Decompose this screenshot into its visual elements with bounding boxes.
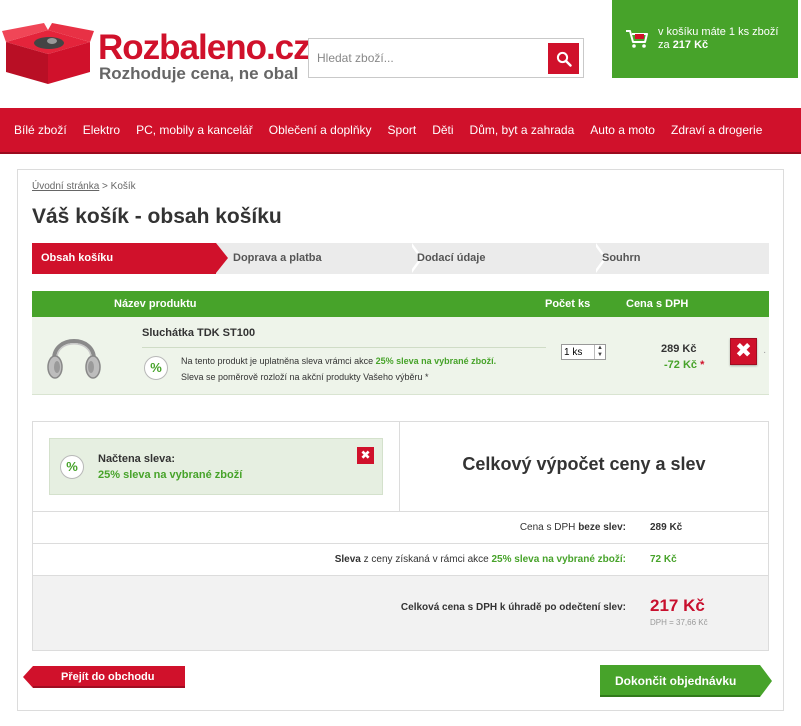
- page-title: Váš košík - obsah košíku: [32, 205, 282, 228]
- shopping-cart-icon: [626, 30, 648, 48]
- discount-info-prefix: Na tento produkt je uplatněna sleva vrám…: [181, 356, 374, 366]
- increment-arrow-icon[interactable]: ▲: [595, 345, 605, 352]
- breadcrumb-current: Košík: [110, 181, 136, 192]
- divider: [142, 347, 546, 348]
- calc-title-panel: Celkový výpočet ceny a slev: [400, 422, 768, 512]
- price-without-discount-label: Cena s DPH beze slev:: [520, 522, 626, 533]
- discount-row: Sleva z ceny získaná v rámci akce 25% sl…: [33, 544, 768, 576]
- coupon-title: Načtena sleva:: [98, 453, 176, 465]
- cart-summary-panel: % Načtena sleva: 25% sleva na vybrané zb…: [32, 421, 769, 651]
- nav-item-sport[interactable]: Sport: [380, 107, 425, 153]
- nav-item-pc-mobily[interactable]: PC, mobily a kancelář: [128, 107, 261, 153]
- nav-item-elektro[interactable]: Elektro: [75, 107, 128, 153]
- decrement-arrow-icon[interactable]: ▼: [595, 352, 605, 359]
- nav-item-zdravi[interactable]: Zdraví a drogerie: [663, 107, 770, 153]
- price-without-discount-value: 289 Kč: [650, 522, 683, 533]
- remove-coupon-button[interactable]: ✖: [357, 447, 374, 464]
- remove-item-button[interactable]: ✖: [730, 338, 757, 365]
- row-edge-marker: ·: [763, 347, 767, 358]
- brand-slogan: Rozhoduje cena, ne obal: [99, 64, 299, 83]
- discount-note: Sleva se poměrově rozloží na akční produ…: [181, 372, 429, 382]
- label-prefix: Cena s DPH: [519, 522, 576, 533]
- search-box: [308, 38, 584, 78]
- cart-table-header: Název produktu Počet ks Cena s DPH: [32, 291, 769, 317]
- discount-name: 25% sleva na vybrané zboží.: [375, 356, 497, 366]
- headphones-product-image[interactable]: [44, 325, 104, 387]
- vat-note: DPH = 37,66 Kč: [650, 618, 708, 627]
- discount-value: 72 Kč: [650, 554, 677, 565]
- nav-item-obleceni[interactable]: Oblečení a doplňky: [261, 107, 380, 153]
- finish-order-button[interactable]: Dokončit objednávku: [600, 665, 772, 697]
- step-cart-contents: Obsah košíku: [32, 243, 228, 274]
- discount-label: Sleva z ceny získaná v rámci akce 25% sl…: [335, 554, 626, 565]
- category-nav: Bílé zboží Elektro PC, mobily a kancelář…: [0, 108, 801, 154]
- search-input[interactable]: [317, 47, 545, 69]
- total-price: 217 Kč: [650, 596, 705, 615]
- cart-content: Úvodní stránka > Košík Váš košík - obsah…: [17, 169, 784, 711]
- nav-item-auto-moto[interactable]: Auto a moto: [582, 107, 663, 153]
- logo-box-icon[interactable]: [2, 22, 94, 86]
- breadcrumb-separator: >: [102, 181, 108, 192]
- cart-total-line: za 217 Kč: [658, 39, 708, 51]
- item-discount-amount: -72 Kč: [664, 359, 698, 371]
- nav-item-dum-byt[interactable]: Dům, byt a zahrada: [462, 107, 583, 153]
- label-green: 25% sleva na vybrané zboží:: [491, 554, 626, 565]
- continue-shopping-button[interactable]: Přejít do obchodu: [23, 666, 185, 688]
- calc-title: Celkový výpočet ceny a slev: [462, 454, 706, 474]
- item-price: 289 Kč: [661, 343, 697, 355]
- total-row: Celková cena s DPH k úhradě po odečtení …: [33, 576, 768, 650]
- site-header: Rozbaleno.cz Rozhoduje cena, ne obal v k…: [0, 0, 801, 108]
- quantity-input[interactable]: [564, 346, 592, 358]
- cart-total-amount: 217 Kč: [672, 39, 709, 51]
- nav-item-deti[interactable]: Děti: [424, 107, 461, 153]
- percent-discount-icon: %: [144, 356, 168, 380]
- col-price: Cena s DPH: [626, 298, 689, 310]
- percent-discount-icon: %: [60, 455, 84, 479]
- cart-summary[interactable]: v košíku máte 1 ks zboží za 217 Kč: [612, 0, 798, 78]
- item-discount: -72 Kč *: [664, 359, 704, 371]
- quantity-stepper[interactable]: ▲ ▼: [561, 344, 606, 360]
- label-mid: z ceny získaná v rámci akce: [363, 554, 489, 565]
- breadcrumb-home-link[interactable]: Úvodní stránka: [32, 181, 99, 192]
- coupon-value: 25% sleva na vybrané zboží: [98, 469, 243, 481]
- search-icon: [556, 51, 572, 67]
- search-button[interactable]: [548, 43, 579, 74]
- step-summary[interactable]: Souhrn: [602, 243, 641, 274]
- col-product-name: Název produktu: [114, 298, 197, 310]
- discount-info-text: Na tento produkt je uplatněna sleva vrám…: [181, 356, 496, 366]
- total-label: Celková cena s DPH k úhradě po odečtení …: [400, 602, 626, 613]
- brand-name[interactable]: Rozbaleno.cz: [98, 30, 311, 66]
- discount-asterisk: *: [700, 359, 705, 371]
- quantity-spinner[interactable]: ▲ ▼: [594, 345, 605, 359]
- applied-coupon: % Načtena sleva: 25% sleva na vybrané zb…: [49, 438, 383, 495]
- cart-total-prefix: za: [658, 39, 670, 51]
- label-bold: beze slev:: [578, 522, 626, 533]
- cart-count-text: v košíku máte 1 ks zboží: [658, 26, 779, 38]
- product-name-link[interactable]: Sluchátka TDK ST100: [142, 327, 255, 339]
- col-quantity: Počet ks: [545, 298, 591, 310]
- cart-item-row: Sluchátka TDK ST100 % Na tento produkt j…: [32, 317, 769, 395]
- breadcrumb: Úvodní stránka > Košík: [32, 181, 136, 192]
- step-shipping-payment[interactable]: Doprava a platba: [233, 243, 322, 274]
- nav-item-bile-zbozi[interactable]: Bílé zboží: [0, 107, 75, 153]
- step-delivery-details[interactable]: Dodací údaje: [417, 243, 485, 274]
- label-bold: Sleva: [334, 554, 361, 565]
- applied-discount-panel: % Načtena sleva: 25% sleva na vybrané zb…: [33, 422, 400, 512]
- checkout-steps: Obsah košíku Doprava a platba Dodací úda…: [32, 242, 769, 274]
- price-without-discount-row: Cena s DPH beze slev: 289 Kč: [33, 512, 768, 544]
